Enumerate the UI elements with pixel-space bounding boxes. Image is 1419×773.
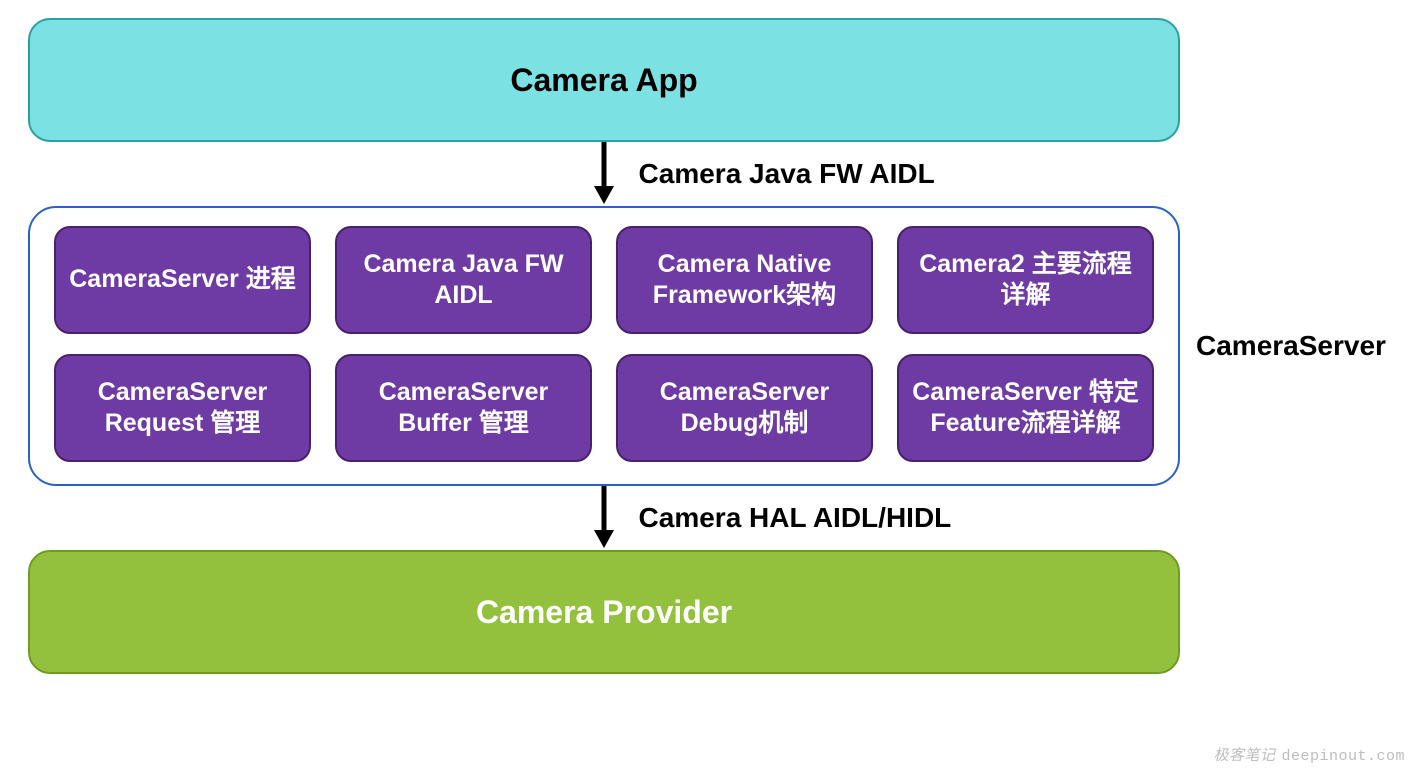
node-cameraserver-debug: CameraServer Debug机制 — [616, 354, 873, 462]
node-cameraserver-request: CameraServer Request 管理 — [54, 354, 311, 462]
node-cameraserver-feature: CameraServer 特定Feature流程详解 — [897, 354, 1154, 462]
camera-provider-title: Camera Provider — [476, 594, 732, 631]
camera-server-label: CameraServer — [1196, 330, 1386, 362]
watermark-cn: 极客笔记 — [1213, 748, 1275, 764]
arrow-bottom-group: Camera HAL AIDL/HIDL — [28, 486, 1180, 550]
node-cameraserver-buffer: CameraServer Buffer 管理 — [335, 354, 592, 462]
node-camera-java-fw-aidl: Camera Java FW AIDL — [335, 226, 592, 334]
server-nodes-grid: CameraServer 进程 Camera Java FW AIDL Came… — [54, 226, 1154, 462]
node-cameraserver-process: CameraServer 进程 — [54, 226, 311, 334]
camera-app-title: Camera App — [510, 62, 697, 99]
node-camera2-flow: Camera2 主要流程详解 — [897, 226, 1154, 334]
watermark-en: deepinout.com — [1281, 748, 1405, 765]
camera-provider-box: Camera Provider — [28, 550, 1180, 674]
arrow-top-label: Camera Java FW AIDL — [639, 158, 935, 190]
camera-server-container: CameraServer 进程 Camera Java FW AIDL Came… — [28, 206, 1180, 486]
arrow-down-icon — [592, 142, 616, 206]
arrow-down-icon — [592, 486, 616, 550]
camera-app-box: Camera App — [28, 18, 1180, 142]
camera-server-wrap: CameraServer 进程 Camera Java FW AIDL Came… — [28, 206, 1180, 486]
arrow-top-group: Camera Java FW AIDL — [28, 142, 1180, 206]
node-camera-native-framework: Camera Native Framework架构 — [616, 226, 873, 334]
watermark: 极客笔记 deepinout.com — [1213, 744, 1405, 765]
arrow-bottom-label: Camera HAL AIDL/HIDL — [639, 502, 952, 534]
diagram-canvas: Camera App Camera Java FW AIDL CameraSer… — [0, 0, 1419, 773]
